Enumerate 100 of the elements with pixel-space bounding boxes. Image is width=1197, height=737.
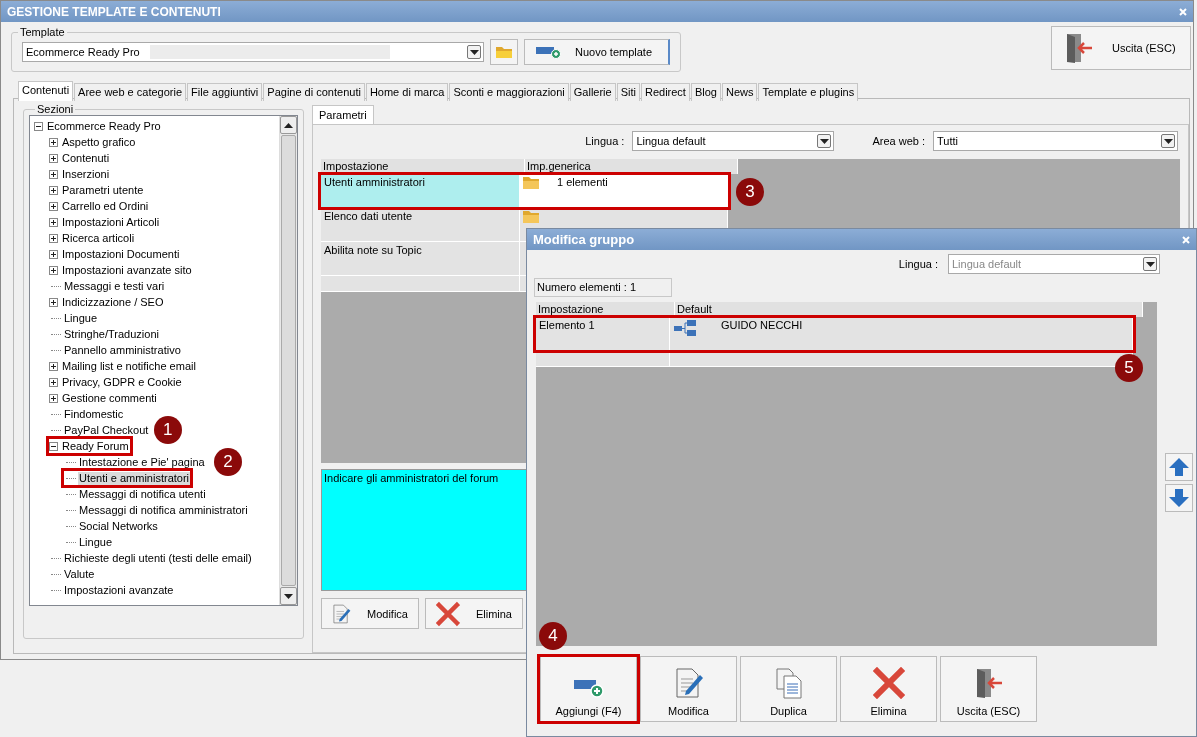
field-label: Lingua : — [898, 258, 938, 270]
tree-item[interactable]: Impostazioni avanzate sito — [61, 263, 193, 277]
collapse-toggle[interactable] — [49, 441, 58, 451]
tree-item[interactable]: Findomestic — [63, 407, 125, 421]
tree-item[interactable]: Ricerca articoli — [61, 231, 136, 245]
language-dropdown[interactable]: Lingua default — [632, 131, 835, 151]
edit-button[interactable]: Modifica — [640, 656, 737, 722]
tree-item[interactable]: Mailing list e notifiche email — [61, 359, 197, 373]
expand-toggle[interactable] — [49, 393, 58, 403]
tab[interactable]: Parametri — [312, 105, 374, 124]
expand-toggle[interactable] — [49, 249, 58, 259]
field-label: Area web : — [872, 135, 925, 147]
tab[interactable]: Redirect — [640, 83, 690, 101]
dropdown-button[interactable] — [467, 45, 481, 59]
callout-badge: 3 — [736, 178, 764, 206]
tab[interactable]: Siti — [616, 83, 640, 101]
tab[interactable]: File aggiuntivi — [187, 83, 263, 101]
delete-button[interactable]: Elimina — [425, 598, 523, 629]
tree-item[interactable]: Utenti e amministratori — [78, 471, 191, 485]
expand-toggle[interactable] — [49, 297, 58, 307]
tab[interactable]: Sconti e maggiorazioni — [449, 83, 569, 101]
scrollbar[interactable] — [279, 116, 297, 605]
dialog-title: Modifica gruppo — [533, 232, 635, 247]
close-button[interactable] — [1179, 7, 1187, 16]
tree-item[interactable]: Intestazione e Pie' pagina — [78, 455, 206, 469]
exit-button[interactable]: Uscita (ESC) — [1051, 26, 1191, 70]
expand-toggle[interactable] — [49, 217, 58, 227]
tree-item[interactable]: Parametri utente — [61, 183, 145, 197]
tree-item[interactable]: Inserzioni — [61, 167, 111, 181]
new-template-button[interactable]: Nuovo template — [524, 39, 670, 65]
field-label: Lingua : — [585, 135, 625, 147]
expand-toggle[interactable] — [49, 169, 58, 179]
group-label: Template — [19, 26, 66, 38]
edit-document-icon — [673, 667, 704, 699]
tree-item[interactable]: Carrello ed Ordini — [61, 199, 150, 213]
move-down-button[interactable] — [1165, 484, 1193, 512]
folder-icon — [496, 46, 512, 58]
move-up-button[interactable] — [1165, 453, 1193, 481]
tree-item[interactable]: Messaggi di notifica amministratori — [78, 503, 249, 517]
tree-item[interactable]: Lingue — [63, 311, 99, 325]
cell-value: 1 elementi — [557, 176, 608, 188]
callout-badge: 1 — [153, 416, 182, 444]
tree-item[interactable]: Ecommerce Ready Pro — [46, 119, 162, 133]
table-cell[interactable]: Abilita note su Topic — [321, 242, 520, 276]
table-cell[interactable]: Utenti amministratori — [321, 174, 520, 208]
tree-item[interactable]: Aspetto grafico — [61, 135, 137, 149]
expand-toggle[interactable] — [49, 153, 58, 163]
tree-item[interactable]: Richieste degli utenti (testi delle email) — [63, 551, 253, 565]
web-area-dropdown[interactable]: Tutti — [933, 131, 1178, 151]
tree-item[interactable]: Contenuti — [61, 151, 111, 165]
dropdown-button[interactable] — [1161, 134, 1175, 148]
tree-item[interactable]: Messaggi di notifica utenti — [78, 487, 207, 501]
close-button[interactable] — [1182, 235, 1190, 244]
language-dropdown[interactable]: Lingua default — [948, 254, 1160, 274]
table-cell[interactable]: Elemento 1 — [536, 317, 670, 351]
window-title: GESTIONE TEMPLATE E CONTENUTI — [7, 4, 221, 19]
expand-toggle[interactable] — [49, 233, 58, 243]
duplicate-button[interactable]: Duplica — [740, 656, 837, 722]
tree-item[interactable]: Lingue — [78, 535, 114, 549]
tree-item[interactable]: Impostazioni Articoli — [61, 215, 161, 229]
dropdown-button[interactable] — [817, 134, 832, 148]
tree-item[interactable]: Impostazioni avanzate — [63, 583, 175, 597]
copy-icon — [774, 667, 803, 699]
expand-toggle[interactable] — [49, 185, 58, 195]
tab[interactable]: News — [721, 83, 758, 101]
tree-item[interactable]: PayPal Checkout — [63, 423, 150, 437]
tab[interactable]: Template e plugins — [758, 83, 859, 101]
tree-item[interactable]: Impostazioni Documenti — [61, 247, 181, 261]
tab[interactable]: Home di marca — [365, 83, 449, 101]
expand-toggle[interactable] — [49, 137, 58, 147]
expand-toggle[interactable] — [49, 361, 58, 371]
tree-item[interactable]: Valute — [63, 567, 96, 581]
tree-item[interactable]: Privacy, GDPR e Cookie — [61, 375, 183, 389]
add-button[interactable]: Aggiungi (F4) — [540, 656, 637, 722]
tab[interactable]: Pagine di contenuti — [263, 83, 365, 101]
caret-icon — [1145, 261, 1155, 267]
tab[interactable]: Contenuti — [18, 81, 74, 101]
edit-button[interactable]: Modifica — [321, 598, 419, 629]
tab[interactable]: Gallerie — [569, 83, 616, 101]
expand-toggle[interactable] — [49, 265, 58, 275]
dropdown-button[interactable] — [1143, 257, 1157, 271]
tree-item[interactable]: Stringhe/Traduzioni — [63, 327, 160, 341]
caret-icon — [819, 138, 829, 144]
tree-item[interactable]: Indicizzazione / SEO — [61, 295, 165, 309]
tree-item[interactable]: Social Networks — [78, 519, 159, 533]
tree-item[interactable]: Messaggi e testi vari — [63, 279, 166, 293]
delete-button[interactable]: Elimina — [840, 656, 937, 722]
expand-toggle[interactable] — [49, 201, 58, 211]
dropdown-value: Lingua default — [952, 258, 1022, 270]
expand-toggle[interactable] — [49, 377, 58, 387]
collapse-toggle[interactable] — [34, 121, 43, 131]
exit-button[interactable]: Uscita (ESC) — [940, 656, 1037, 722]
tab[interactable]: Blog — [690, 83, 721, 101]
tree-item[interactable]: Gestione commenti — [61, 391, 158, 405]
tab[interactable]: Aree web e categorie — [74, 83, 187, 101]
delete-x-icon — [872, 667, 905, 699]
table-cell[interactable]: Elenco dati utente — [321, 208, 520, 242]
tree-item[interactable]: Pannello amministrativo — [63, 343, 182, 357]
tree-item[interactable]: Ready Forum — [61, 439, 130, 453]
template-dropdown[interactable]: Ecommerce Ready Pro — [22, 42, 484, 62]
